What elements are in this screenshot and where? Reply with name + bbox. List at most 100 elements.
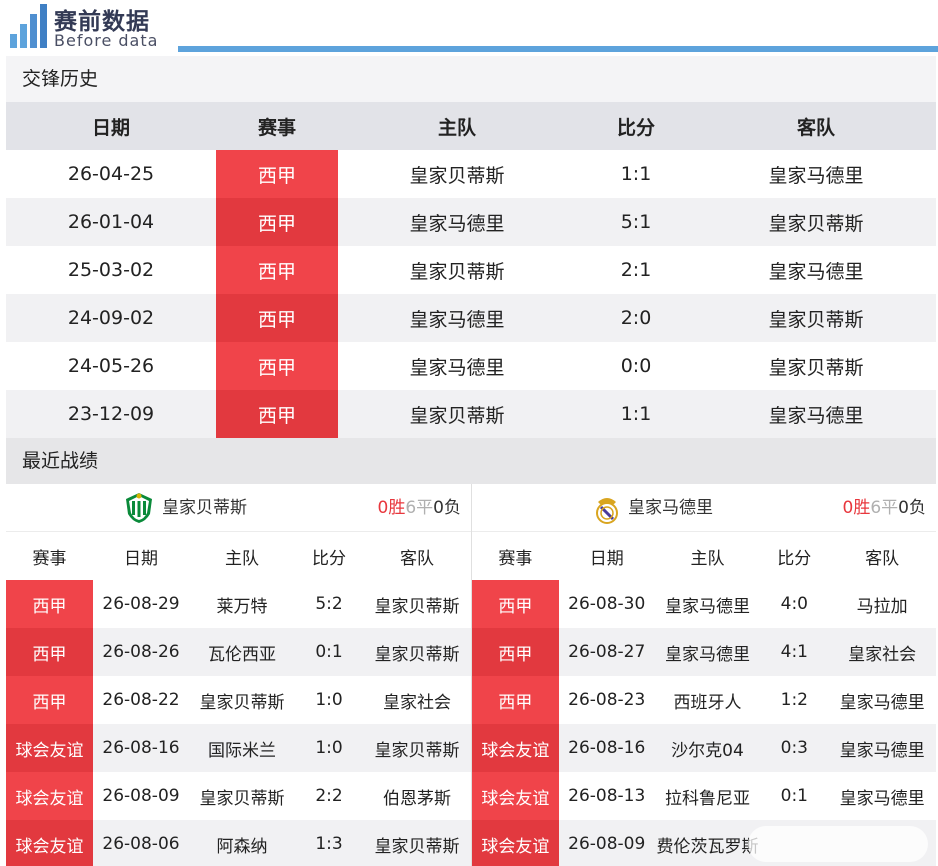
away-team: 皇家马德里	[839, 740, 925, 761]
match-date: 24-05-26	[67, 355, 155, 377]
home-team: 莱万特	[216, 596, 268, 617]
match-score: 1:1	[620, 403, 652, 425]
column-header-competition: 赛事	[498, 548, 533, 569]
table-row: 西甲 26-08-22 皇家贝蒂斯 1:0 皇家社会	[6, 676, 471, 724]
team-name: 皇家马德里	[628, 498, 713, 518]
home-team: 皇家马德里	[409, 212, 505, 235]
match-date: 25-03-02	[67, 259, 155, 281]
match-score: 4:0	[780, 594, 808, 614]
competition-badge: 球会友谊	[472, 820, 559, 866]
home-team: 国际米兰	[208, 740, 276, 761]
competition-badge: 西甲	[6, 628, 93, 676]
home-team: 沙尔克04	[671, 740, 744, 761]
wins-label: 胜	[853, 498, 871, 518]
away-team: 皇家社会	[848, 644, 917, 665]
home-team: 皇家贝蒂斯	[409, 164, 505, 187]
column-header-home: 主队	[225, 548, 259, 569]
competition-badge: 球会友谊	[6, 772, 93, 820]
away-team: 皇家贝蒂斯	[768, 356, 864, 379]
home-team: 皇家马德里	[409, 356, 505, 379]
away-team: 皇家贝蒂斯	[374, 596, 460, 617]
match-date: 26-01-04	[67, 211, 155, 233]
match-score: 4:1	[780, 642, 808, 662]
column-header-score: 比分	[616, 116, 655, 139]
away-team: 皇家贝蒂斯	[374, 740, 460, 761]
column-header-competition: 赛事	[32, 548, 67, 569]
draws-count: 6	[405, 498, 417, 518]
recent-section-title: 最近战绩	[6, 438, 936, 484]
competition-badge: 西甲	[472, 580, 559, 628]
away-team: 皇家贝蒂斯	[768, 308, 864, 331]
match-date: 26-08-09	[102, 786, 180, 806]
home-team: 费伦茨瓦罗斯	[656, 836, 759, 857]
column-header-competition: 赛事	[257, 116, 296, 139]
losses-label: 负	[909, 498, 926, 518]
home-team: 拉科鲁尼亚	[664, 788, 750, 809]
away-team: 皇家贝蒂斯	[768, 212, 864, 235]
competition-badge: 西甲	[216, 150, 338, 198]
competition-badge: 球会友谊	[6, 724, 93, 772]
table-row: 球会友谊 26-08-09 皇家贝蒂斯 2:2 伯恩茅斯	[6, 772, 471, 820]
competition-badge: 西甲	[472, 628, 559, 676]
h2h-table: 日期 赛事 主队 比分 客队 26-04-25 西甲 皇家贝蒂斯 1:1 皇家马德里 26…	[6, 102, 936, 438]
match-score: 2:1	[620, 259, 652, 281]
column-header-home: 主队	[690, 548, 725, 569]
competition-badge: 西甲	[216, 198, 338, 246]
home-team: 皇家贝蒂斯	[409, 260, 505, 283]
draws-label: 平	[881, 498, 899, 518]
table-row: 24-09-02 西甲 皇家马德里 2:0 皇家贝蒂斯	[6, 294, 936, 342]
match-date: 26-08-29	[102, 594, 180, 614]
table-row: 24-05-26 西甲 皇家马德里 0:0 皇家贝蒂斯	[6, 342, 936, 390]
team-header: 皇家马德里 0胜6平0负	[472, 484, 936, 532]
draws-count: 6	[870, 498, 882, 518]
away-team: 皇家社会	[383, 692, 451, 713]
match-score: 1:0	[315, 738, 343, 758]
real-betis-crest-icon	[126, 493, 152, 523]
table-row: 西甲 26-08-26 瓦伦西亚 0:1 皇家贝蒂斯	[6, 628, 471, 676]
competition-badge: 球会友谊	[472, 772, 559, 820]
competition-badge: 西甲	[216, 390, 338, 438]
losses-count: 0	[433, 498, 444, 518]
match-date: 26-08-16	[568, 738, 646, 758]
away-team: 皇家贝蒂斯	[374, 644, 460, 665]
wins-count: 0	[842, 498, 854, 518]
competition-badge: 西甲	[472, 676, 559, 724]
match-score: 0:1	[780, 786, 808, 806]
column-header-date: 日期	[589, 548, 624, 569]
column-header-date: 日期	[124, 548, 158, 569]
real-madrid-crest-icon	[596, 498, 618, 524]
table-row: 26-01-04 西甲 皇家马德里 5:1 皇家贝蒂斯	[6, 198, 936, 246]
match-date: 26-08-27	[568, 642, 646, 662]
losses-count: 0	[898, 498, 909, 518]
away-team: 皇家贝蒂斯	[374, 836, 460, 857]
match-score: 1:3	[315, 834, 343, 854]
match-date: 26-08-13	[568, 786, 646, 806]
match-date: 26-08-16	[102, 738, 180, 758]
column-header-away: 客队	[796, 116, 835, 139]
table-row: 球会友谊 26-08-13 拉科鲁尼亚 0:1 皇家马德里	[472, 772, 936, 820]
draws-label: 平	[416, 498, 434, 518]
wins-label: 胜	[388, 498, 406, 518]
recent-matches-table: 赛事 日期 主队 比分 客队 西甲 26-08-30 皇家马德里 4:0 马拉加 西甲 26…	[472, 532, 936, 866]
competition-badge: 西甲	[6, 676, 93, 724]
column-header-score: 比分	[312, 548, 346, 569]
bar-chart-logo-icon	[10, 4, 47, 48]
column-header-date: 日期	[91, 116, 130, 139]
brand-subtitle: Before data	[54, 31, 159, 50]
table-row: 球会友谊 26-08-16 沙尔克04 0:3 皇家马德里	[472, 724, 936, 772]
match-score: 0:3	[780, 738, 808, 758]
header-accent-bar	[178, 46, 938, 52]
match-date: 26-08-30	[568, 594, 646, 614]
recent-header-row: 赛事 日期 主队 比分 客队	[6, 532, 471, 580]
match-date: 26-08-26	[102, 642, 180, 662]
column-header-home: 主队	[437, 116, 476, 139]
team-name: 皇家贝蒂斯	[162, 498, 247, 518]
match-score: 1:2	[780, 690, 808, 710]
home-team: 皇家贝蒂斯	[199, 692, 285, 713]
recent-matches-table: 赛事 日期 主队 比分 客队 西甲 26-08-29 莱万特 5:2 皇家贝蒂斯 西甲 26…	[6, 532, 471, 866]
match-score: 0:0	[620, 355, 652, 377]
table-row: 西甲 26-08-23 西班牙人 1:2 皇家马德里	[472, 676, 936, 724]
match-date: 26-08-23	[568, 690, 646, 710]
competition-badge: 西甲	[216, 246, 338, 294]
match-date: 24-09-02	[67, 307, 155, 329]
